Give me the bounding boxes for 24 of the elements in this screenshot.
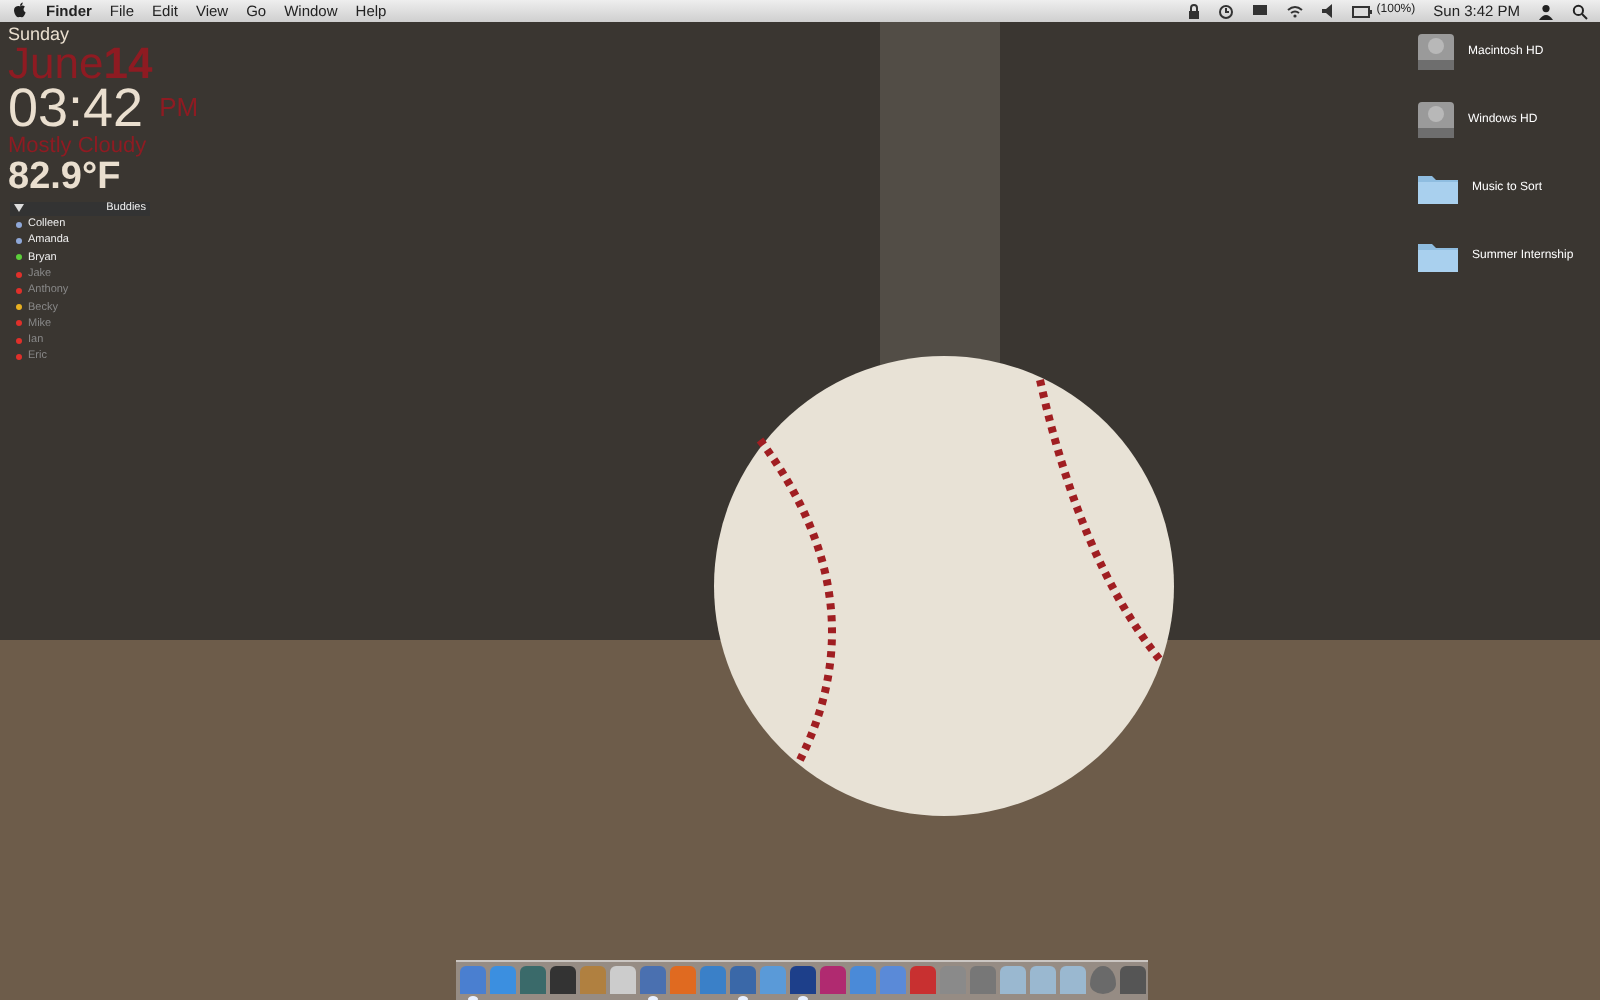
apple-logo-icon[interactable]: [12, 2, 28, 20]
running-indicator: [467, 995, 477, 1000]
time-label: 03:42: [8, 84, 144, 134]
ampm-label: PM: [159, 89, 199, 125]
volume-icon[interactable]: [1322, 4, 1335, 18]
hard-drive-icon[interactable]: [1416, 32, 1456, 72]
folder-icon[interactable]: [1416, 238, 1460, 274]
day-label: Sunday: [8, 24, 72, 44]
disclosure-triangle-icon[interactable]: [14, 204, 24, 214]
date-label: June14: [8, 44, 155, 84]
user-icon[interactable]: [1538, 3, 1554, 19]
search-icon[interactable]: [1572, 3, 1588, 19]
clock-icon[interactable]: [1218, 3, 1235, 19]
weather-condition: Mostly Cloudy: [8, 134, 149, 158]
running-indicator: [737, 995, 747, 1000]
folder-icon[interactable]: [1416, 170, 1460, 206]
wifi-icon[interactable]: [1286, 4, 1305, 18]
hard-drive-icon[interactable]: [1416, 100, 1456, 140]
temperature-label: 82.9°F: [8, 158, 121, 198]
lock-icon[interactable]: [1188, 3, 1201, 19]
running-indicator: [647, 995, 657, 1000]
running-indicator: [797, 995, 807, 1000]
display-icon[interactable]: [1252, 4, 1269, 18]
battery-icon[interactable]: [1352, 5, 1373, 17]
